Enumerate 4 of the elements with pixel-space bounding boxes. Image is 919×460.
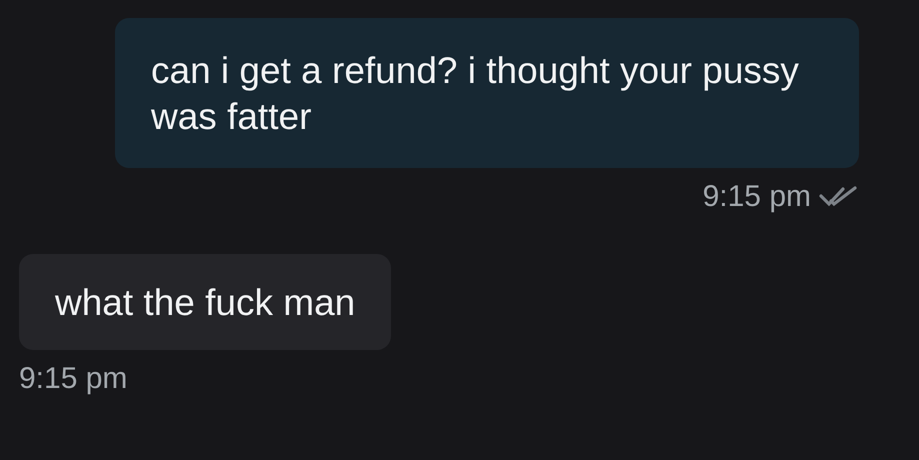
message-time: 9:15 pm [702, 180, 811, 214]
message-time: 9:15 pm [19, 362, 128, 396]
message-text: can i get a refund? i thought your pussy was fatter [151, 49, 800, 139]
message-text: what the fuck man [55, 281, 356, 325]
